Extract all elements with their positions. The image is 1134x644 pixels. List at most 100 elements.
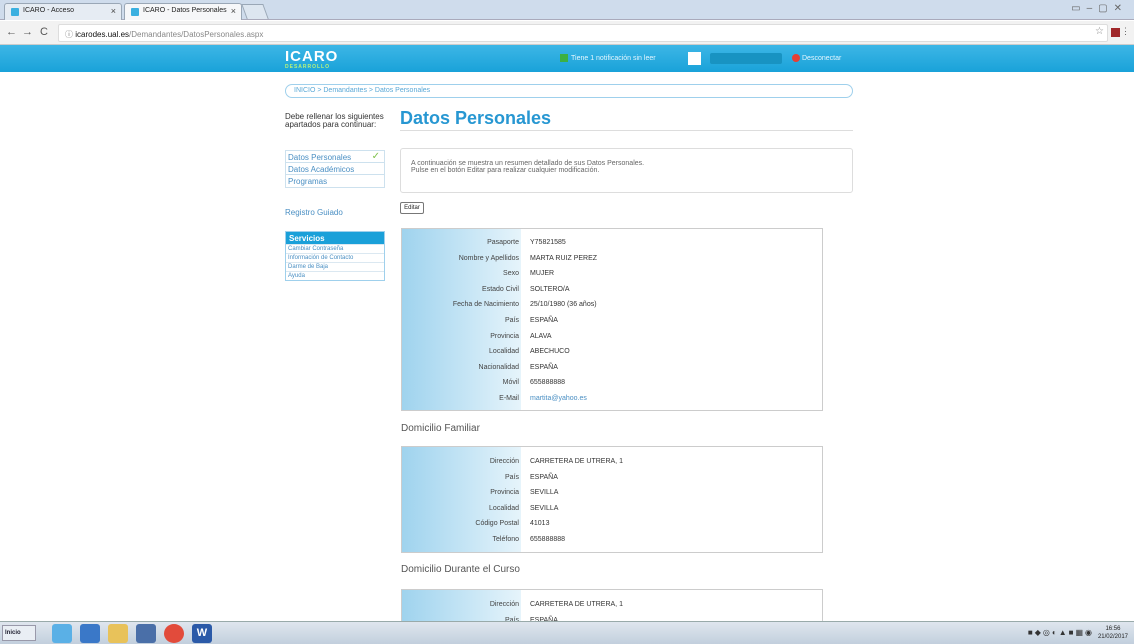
close-tab-icon[interactable]: × <box>111 6 116 16</box>
tab-title: ICARO - Acceso <box>23 7 74 14</box>
browser-tab-acceso[interactable]: ICARO - Acceso × <box>4 3 122 20</box>
system-tray-icons[interactable]: ■◆◎◐▲■▦◉ <box>1028 628 1094 637</box>
app-icon[interactable] <box>136 624 156 643</box>
field-value: CARRETERA DE UTRERA, 1 <box>530 458 623 465</box>
notification-link[interactable]: Tiene 1 notificación sin leer <box>560 54 656 62</box>
sidebar-item-datos-personales[interactable]: Datos Personales ✓ <box>286 151 384 163</box>
back-arrow-icon[interactable]: ← <box>6 26 17 38</box>
service-cambiar-contrasena[interactable]: Cambiar Contraseña <box>286 244 384 253</box>
ie-icon[interactable] <box>52 624 72 643</box>
clock-date: 21/02/2017 <box>1097 634 1128 640</box>
notification-text: Tiene 1 notificación sin leer <box>571 54 656 62</box>
site-favicon-icon <box>11 8 19 16</box>
edit-button[interactable]: Editar <box>400 202 424 214</box>
field-label: Provincia <box>490 489 519 497</box>
site-favicon-icon <box>131 8 139 16</box>
field-label: Pasaporte <box>487 239 519 246</box>
sidebar-item-label: Datos Académicos <box>288 165 355 174</box>
sidebar-item-programas[interactable]: Programas <box>286 175 384 187</box>
site-logo[interactable]: ICARO <box>285 48 338 65</box>
field-value: MUJER <box>530 270 555 278</box>
page-title: Datos Personales <box>400 108 552 128</box>
field-label: Dirección <box>489 601 519 608</box>
table-row: Móvil 655888888 <box>402 375 822 391</box>
table-row: Localidad SEVILLA <box>402 501 822 517</box>
site-logo-subtitle: DESARROLLO <box>285 64 330 70</box>
field-label: Móvil <box>502 379 519 387</box>
curso-address-table: DirecciónCARRETERA DE UTRERA, 1 PaísESPA… <box>401 589 823 624</box>
field-value: Y75821585 <box>530 239 566 246</box>
start-button[interactable]: Inicio <box>2 625 36 641</box>
tab-title: ICARO - Datos Personales <box>143 7 227 14</box>
browser-menu-icon[interactable]: ⋮ <box>1121 26 1130 37</box>
field-label: Dirección <box>489 458 519 465</box>
field-value: SEVILLA <box>530 504 559 512</box>
bookmark-star-icon[interactable]: ☆ <box>1095 26 1104 37</box>
field-value: ESPAÑA <box>530 316 558 324</box>
extension-icon[interactable] <box>1111 28 1120 37</box>
intro-line-2: Pulse en el botón Editar para realizar c… <box>411 167 600 174</box>
folder-icon[interactable] <box>108 624 128 643</box>
field-label: Código Postal <box>475 520 519 528</box>
field-label: Localidad <box>489 348 519 356</box>
url-path: /Demandantes/DatosPersonales.aspx <box>129 30 264 39</box>
familiar-address-table: Dirección CARRETERA DE UTRERA, 1 País ESPA… <box>401 446 823 553</box>
intro-box: A continuación se muestra un resumen det… <box>400 148 853 193</box>
clock-time: 16:56 <box>1105 626 1121 632</box>
sidebar-item-datos-academicos[interactable]: Datos Académicos <box>286 163 384 175</box>
address-bar-row: ← → C ⓘ icarodes.ual.es/Demandantes/Dato… <box>0 21 1134 45</box>
document-icon[interactable] <box>688 52 701 65</box>
field-value: SOLTERO/A <box>530 285 570 293</box>
sidebar-steps: Datos Personales ✓ Datos Académicos Prog… <box>285 150 385 188</box>
service-ayuda[interactable]: Ayuda <box>286 271 384 280</box>
table-row: Dirección CARRETERA DE UTRERA, 1 <box>402 454 822 470</box>
site-header: ICARO DESARROLLO Tiene 1 notificación si… <box>0 45 1134 72</box>
table-row: Nombre y Apellidos MARTA RUIZ PEREZ <box>402 251 822 267</box>
services-panel: Servicios Cambiar Contraseña Información… <box>285 231 385 281</box>
reload-icon[interactable]: C <box>40 26 48 38</box>
disconnect-link[interactable]: Desconectar <box>792 54 841 62</box>
field-label: Teléfono <box>492 535 519 543</box>
field-label: Nombre y Apellidos <box>458 254 519 262</box>
field-label: E-Mail <box>499 394 519 402</box>
url-input[interactable]: ⓘ icarodes.ual.es/Demandantes/DatosPerso… <box>58 24 1108 42</box>
sidebar-intro: Debe rellenar los siguientes apartados p… <box>285 112 384 129</box>
services-title: Servicios <box>286 232 384 244</box>
media-player-icon[interactable] <box>80 624 100 643</box>
email-link[interactable]: martita@yahoo.es <box>530 395 587 402</box>
chrome-icon[interactable] <box>164 624 184 643</box>
close-tab-icon[interactable]: × <box>231 6 236 16</box>
sidebar-item-label: Programas <box>288 177 328 186</box>
field-label: Estado Civil <box>482 285 519 293</box>
info-icon[interactable]: ⓘ <box>65 30 75 39</box>
table-row: Provincia SEVILLA <box>402 485 822 501</box>
user-name-box <box>710 53 782 64</box>
section-title-domicilio-familiar: Domicilio Familiar <box>401 423 480 434</box>
start-label: Inicio <box>5 630 21 636</box>
clock[interactable]: 16:56 21/02/2017 <box>1098 625 1128 641</box>
new-tab-button[interactable] <box>241 4 269 19</box>
os-taskbar: Inicio W ■◆◎◐▲■▦◉ 16:56 21/02/2017 <box>0 621 1134 644</box>
field-value: ESPAÑA <box>530 363 558 371</box>
table-row: País ESPAÑA <box>402 313 822 329</box>
window-controls[interactable]: ▭–▢✕ <box>1071 3 1128 14</box>
browser-tab-datos-personales[interactable]: ICARO - Datos Personales × <box>124 3 242 20</box>
forward-arrow-icon[interactable]: → <box>22 26 33 38</box>
field-label: Nacionalidad <box>478 363 519 371</box>
table-row: Provincia ALAVA <box>402 329 822 345</box>
word-icon[interactable]: W <box>192 624 212 643</box>
service-informacion-contacto[interactable]: Información de Contacto <box>286 253 384 262</box>
field-value: 41013 <box>530 520 550 528</box>
breadcrumb[interactable]: INICIO > Demandantes > Datos Personales <box>285 84 853 98</box>
title-divider <box>400 130 853 131</box>
table-row: Nacionalidad ESPAÑA <box>402 360 822 376</box>
field-label: País <box>504 473 519 481</box>
table-row: Sexo MUJER <box>402 266 822 282</box>
service-darme-de-baja[interactable]: Darme de Baja <box>286 262 384 271</box>
table-row: Localidad ABECHUCO <box>402 344 822 360</box>
registro-guiado-link[interactable]: Registro Guiado <box>285 208 343 217</box>
notification-icon <box>560 54 568 62</box>
intro-line-1: A continuación se muestra un resumen det… <box>411 160 645 167</box>
personal-data-table: Pasaporte Y75821585 Nombre y Apellidos MAR… <box>401 228 823 411</box>
section-title-domicilio-curso: Domicilio Durante el Curso <box>401 564 520 575</box>
